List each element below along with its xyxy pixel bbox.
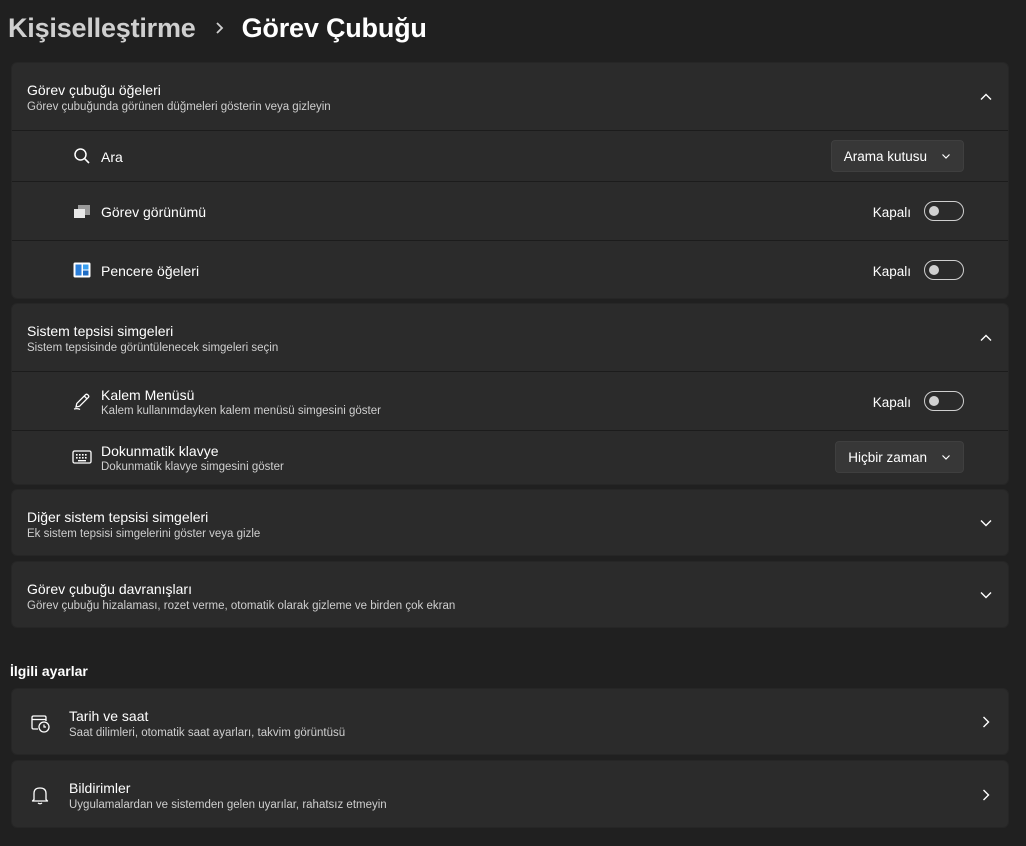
pen-icon	[72, 391, 92, 411]
pen-menu-row: Kalem Menüsü Kalem kullanımdayken kalem …	[12, 372, 1008, 431]
section-title: Görev çubuğu davranışları	[27, 581, 192, 597]
touch-keyboard-label: Dokunmatik klavye	[101, 443, 219, 459]
taskbar-items-header[interactable]: Görev çubuğu öğeleri Görev çubuğunda gör…	[12, 63, 1008, 131]
task-view-state: Kapalı	[872, 205, 911, 220]
page-title: Görev Çubuğu	[241, 12, 427, 43]
section-title: Sistem tepsisi simgeleri	[27, 323, 174, 339]
notifications-link[interactable]: Bildirimler Uygulamalardan ve sistemden …	[11, 760, 1009, 828]
other-tray-section[interactable]: Diğer sistem tepsisi simgeleri Ek sistem…	[11, 489, 1009, 556]
chevron-down-icon	[942, 455, 950, 460]
search-row: Ara Arama kutusu	[12, 131, 1008, 182]
dropdown-value: Hiçbir zaman	[848, 449, 927, 465]
date-time-link[interactable]: Tarih ve saat Saat dilimleri, otomatik s…	[11, 688, 1009, 755]
calendar-clock-icon	[31, 715, 50, 733]
notifications-subtitle: Uygulamalardan ve sistemden gelen uyarıl…	[69, 799, 387, 811]
taskbar-items-section: Görev çubuğu öğeleri Görev çubuğunda gör…	[11, 62, 1009, 299]
search-icon	[72, 146, 92, 166]
pen-menu-label: Kalem Menüsü	[101, 387, 195, 403]
section-subtitle: Görev çubuğunda görünen düğmeleri göster…	[27, 101, 331, 113]
breadcrumb-parent[interactable]: Kişiselleştirme	[8, 13, 196, 44]
section-title: Görev çubuğu öğeleri	[27, 82, 161, 98]
breadcrumb-chevron-icon	[214, 21, 226, 35]
chevron-right-icon	[983, 789, 990, 801]
taskbar-behaviors-section[interactable]: Görev çubuğu davranışları Görev çubuğu h…	[11, 561, 1009, 628]
taskbar-behaviors-header[interactable]: Görev çubuğu davranışları Görev çubuğu h…	[12, 562, 1008, 629]
toggle-knob	[929, 206, 939, 216]
section-subtitle: Ek sistem tepsisi simgelerini göster vey…	[27, 528, 261, 540]
bell-icon	[31, 787, 49, 805]
section-subtitle: Sistem tepsisinde görüntülenecek simgele…	[27, 342, 279, 354]
widgets-icon	[72, 260, 92, 280]
chevron-up-icon[interactable]	[978, 89, 994, 105]
section-title: Diğer sistem tepsisi simgeleri	[27, 509, 209, 525]
chevron-down-icon[interactable]	[978, 587, 994, 603]
widgets-toggle[interactable]	[924, 260, 964, 280]
other-tray-header[interactable]: Diğer sistem tepsisi simgeleri Ek sistem…	[12, 490, 1008, 557]
breadcrumb: Kişiselleştirme Görev Çubuğu	[8, 8, 427, 48]
system-tray-header[interactable]: Sistem tepsisi simgeleri Sistem tepsisin…	[12, 304, 1008, 372]
pen-menu-toggle[interactable]	[924, 391, 964, 411]
toggle-knob	[929, 396, 939, 406]
toggle-knob	[929, 265, 939, 275]
date-time-title: Tarih ve saat	[69, 708, 149, 724]
pen-menu-description: Kalem kullanımdayken kalem menüsü simges…	[101, 405, 381, 417]
chevron-right-icon	[983, 716, 990, 728]
task-view-row: Görev görünümü Kapalı	[12, 182, 1008, 241]
touch-keyboard-dropdown[interactable]: Hiçbir zaman	[835, 441, 964, 473]
search-mode-dropdown[interactable]: Arama kutusu	[830, 140, 964, 172]
touch-keyboard-row: Dokunmatik klavye Dokunmatik klavye simg…	[12, 431, 1008, 484]
notifications-title: Bildirimler	[69, 780, 131, 796]
pen-menu-state: Kapalı	[872, 395, 911, 410]
widgets-row: Pencere öğeleri Kapalı	[12, 241, 1008, 299]
chevron-up-icon[interactable]	[978, 330, 994, 346]
task-view-toggle[interactable]	[924, 201, 964, 221]
related-settings-heading: İlgili ayarlar	[10, 663, 88, 679]
touch-keyboard-description: Dokunmatik klavye simgesini göster	[101, 461, 284, 473]
chevron-down-icon	[942, 154, 950, 159]
section-subtitle: Görev çubuğu hizalaması, rozet verme, ot…	[27, 600, 456, 612]
keyboard-icon	[72, 447, 92, 467]
system-tray-section: Sistem tepsisi simgeleri Sistem tepsisin…	[11, 303, 1009, 485]
task-view-icon	[72, 202, 92, 222]
widgets-state: Kapalı	[872, 264, 911, 279]
task-view-label: Görev görünümü	[101, 204, 207, 220]
date-time-subtitle: Saat dilimleri, otomatik saat ayarları, …	[69, 727, 346, 739]
chevron-down-icon[interactable]	[978, 515, 994, 531]
widgets-label: Pencere öğeleri	[101, 263, 200, 279]
search-label: Ara	[101, 149, 123, 165]
dropdown-value: Arama kutusu	[843, 148, 927, 164]
